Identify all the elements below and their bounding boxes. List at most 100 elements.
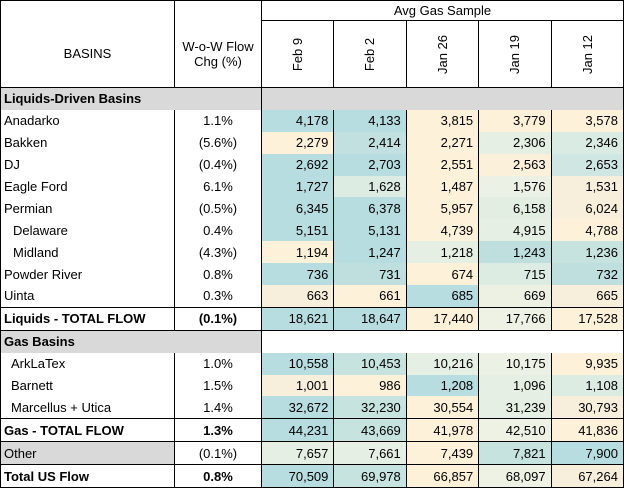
flow-value: 6,024: [551, 197, 624, 220]
section-row-liquids: Liquids-Driven Basins: [0, 87, 624, 110]
table-row: Barnett 1.5% 1,001 986 1,208 1,096 1,108: [0, 374, 624, 397]
wow-chg-value: 0.8%: [174, 464, 262, 489]
basin-name: Anadarko: [0, 109, 175, 132]
section-fill: [261, 87, 624, 110]
flow-value: 2,279: [261, 131, 335, 154]
flow-value: 5,957: [406, 197, 480, 220]
table-row: DJ (0.4%) 2,692 2,703 2,551 2,563 2,653: [0, 153, 624, 176]
flow-value: 1,576: [478, 175, 552, 198]
flow-value: 1,208: [406, 374, 480, 397]
flow-value: 41,978: [406, 418, 480, 443]
flow-value: 68,097: [478, 464, 552, 489]
header-blank-basin: [0, 0, 175, 21]
flow-value: 31,239: [478, 396, 552, 419]
flow-value: 1,247: [333, 241, 407, 264]
date-label: Jan 26: [434, 34, 450, 74]
wow-chg-value: (5.6%): [174, 131, 262, 154]
wow-chg-value: (0.5%): [174, 197, 262, 220]
wow-chg-header-line1: W-o-W Flow: [182, 38, 254, 54]
table-row: Anadarko 1.1% 4,178 4,133 3,815 3,779 3,578: [0, 109, 624, 132]
total-row: Liquids - TOTAL FLOW (0.1%) 18,621 18,647 17…: [0, 306, 624, 331]
flow-value: 4,915: [478, 219, 552, 242]
flow-value: 1,727: [261, 175, 335, 198]
table-row: Midland (4.3%) 1,194 1,247 1,218 1,243 1,236: [0, 241, 624, 264]
flow-value: 7,900: [551, 441, 624, 465]
flow-value: 44,231: [261, 418, 335, 443]
flow-value: 732: [551, 263, 624, 286]
basin-name: Other: [0, 441, 175, 465]
flow-value: 6,378: [333, 197, 407, 220]
date-label: Feb 2: [362, 37, 378, 71]
flow-value: 1,236: [551, 241, 624, 264]
flow-value: 32,230: [333, 396, 407, 419]
wow-chg-value: 1.5%: [174, 374, 262, 397]
flow-value: 10,175: [478, 352, 552, 375]
flow-value: 1,628: [333, 175, 407, 198]
flow-value: 6,345: [261, 197, 335, 220]
flow-value: 4,739: [406, 219, 480, 242]
flow-value: 43,669: [333, 418, 407, 443]
flow-value: 30,554: [406, 396, 480, 419]
section-row-gas: Gas Basins: [0, 329, 624, 353]
flow-value: 6,158: [478, 197, 552, 220]
flow-value: 32,672: [261, 396, 335, 419]
wow-chg-value: 0.8%: [174, 263, 262, 286]
wow-chg-value: 0.4%: [174, 219, 262, 242]
basin-name: Barnett: [0, 374, 175, 397]
basin-name: Total US Flow: [0, 464, 175, 489]
table-row: Uinta 0.3% 663 661 685 669 665: [0, 285, 624, 308]
flow-value: 663: [261, 285, 335, 308]
wow-chg-header: W-o-W Flow Chg (%): [174, 20, 262, 88]
date-label: Feb 9: [290, 37, 306, 71]
flow-value: 2,271: [406, 131, 480, 154]
flow-value: 66,857: [406, 464, 480, 489]
flow-value: 70,509: [261, 464, 335, 489]
flow-value: 9,935: [551, 352, 624, 375]
flow-value: 41,836: [551, 418, 624, 443]
flow-value: 2,346: [551, 131, 624, 154]
flow-value: 1,194: [261, 241, 335, 264]
section-label-liquids: Liquids-Driven Basins: [0, 87, 262, 110]
flow-value: 2,551: [406, 153, 480, 176]
date-header: Jan 12: [551, 20, 624, 88]
section-fill: [261, 329, 624, 353]
flow-value: 674: [406, 263, 480, 286]
flow-value: 4,133: [333, 109, 407, 132]
flow-value: 2,653: [551, 153, 624, 176]
gas-flow-table: Avg Gas Sample BASINS W-o-W Flow Chg (%)…: [0, 0, 624, 489]
wow-chg-value: (4.3%): [174, 241, 262, 264]
header-blank-chg: [174, 0, 262, 21]
flow-value: 3,815: [406, 109, 480, 132]
wow-chg-value: 1.3%: [174, 418, 262, 443]
flow-value: 1,108: [551, 374, 624, 397]
basin-name: Midland: [0, 241, 175, 264]
flow-value: 1,001: [261, 374, 335, 397]
basin-name: Liquids - TOTAL FLOW: [0, 306, 175, 331]
section-label-gas: Gas Basins: [0, 329, 262, 353]
flow-value: 4,788: [551, 219, 624, 242]
flow-value: 986: [333, 374, 407, 397]
basin-name: Uinta: [0, 285, 175, 308]
flow-value: 1,243: [478, 241, 552, 264]
date-label: Jan 19: [507, 34, 523, 74]
flow-value: 10,453: [333, 352, 407, 375]
flow-value: 1,096: [478, 374, 552, 397]
basin-name: Powder River: [0, 263, 175, 286]
flow-value: 18,621: [261, 306, 335, 331]
basin-name: Bakken: [0, 131, 175, 154]
flow-value: 2,306: [478, 131, 552, 154]
wow-chg-value: 1.0%: [174, 352, 262, 375]
table-row: Other (0.1%) 7,657 7,661 7,439 7,821 7,900: [0, 441, 624, 465]
wow-chg-value: 0.3%: [174, 285, 262, 308]
date-header: Jan 19: [478, 20, 552, 88]
flow-value: 1,531: [551, 175, 624, 198]
wow-chg-value: (0.1%): [174, 441, 262, 465]
date-header: Jan 26: [406, 20, 480, 88]
flow-value: 3,779: [478, 109, 552, 132]
basin-name: ArkLaTex: [0, 352, 175, 375]
flow-value: 2,414: [333, 131, 407, 154]
flow-value: 2,692: [261, 153, 335, 176]
table-row: Eagle Ford 6.1% 1,727 1,628 1,487 1,576 1,531: [0, 175, 624, 198]
table-row: ArkLaTex 1.0% 10,558 10,453 10,216 10,175 9,93…: [0, 352, 624, 375]
table-row: Permian (0.5%) 6,345 6,378 5,957 6,158 6,024: [0, 197, 624, 220]
